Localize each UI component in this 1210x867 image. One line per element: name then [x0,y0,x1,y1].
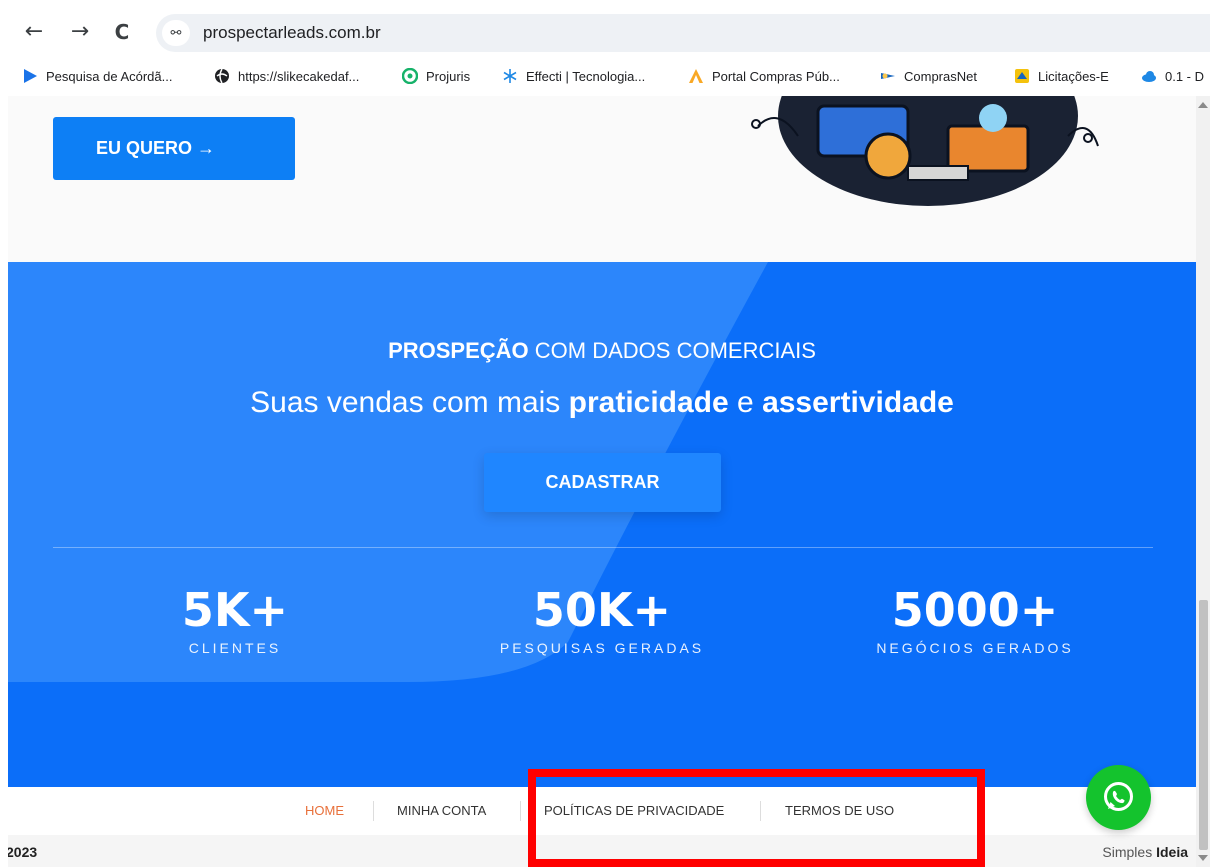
licitacoes-icon [1015,69,1029,83]
stat-clientes: 5K+ CLIENTES [85,584,385,656]
page-scrollbar[interactable] [1196,96,1210,867]
scroll-down-icon[interactable] [1198,855,1208,861]
bookmark-comprasnet[interactable]: ComprasNet [880,66,977,86]
section-divider [53,547,1153,548]
projuris-icon [402,68,418,84]
bookmark-effecti[interactable]: Effecti | Tecnologia... [502,66,645,86]
footer-link-minha-conta[interactable]: MINHA CONTA [397,803,486,818]
cloud-icon [1142,71,1156,82]
browser-toolbar: ← → C ⚯ prospectarleads.com.br [0,0,1210,56]
section-title: PROSPEÇÃO COM DADOS COMERCIAIS [388,338,816,363]
menu-separator [520,801,521,821]
whatsapp-icon [1104,782,1133,811]
address-url: prospectarleads.com.br [203,23,381,42]
stat-label: NEGÓCIOS GERADOS [876,640,1074,656]
stat-value: 50K+ [532,583,672,637]
bookmark-cloud[interactable]: 0.1 - D [1141,66,1204,86]
forward-button[interactable]: → [66,18,94,46]
hero-section: EU QUERO → [8,96,1196,262]
stat-pesquisas: 50K+ PESQUISAS GERADAS [452,584,752,656]
site-info-icon[interactable]: ⚯ [162,20,190,46]
copyright-year: 2023 [8,844,38,860]
triangle-play-icon [24,69,37,83]
scroll-up-icon[interactable] [1198,102,1208,108]
reload-button[interactable]: C [108,18,136,46]
bookmarks-bar: Pesquisa de Acórdã... https://slikecaked… [0,58,1210,94]
snowflake-icon [503,69,517,83]
bookmark-slikecake[interactable]: https://slikecakedaf... [214,66,359,86]
credit-text: Simples Ideia [1102,844,1188,860]
stat-label: PESQUISAS GERADAS [499,640,705,656]
stat-value: 5000+ [891,583,1059,637]
forward-arrow-icon: → [70,19,90,44]
stat-value: 5K+ [181,583,289,637]
section-subtitle: Suas vendas com mais praticidade e asser… [250,386,954,419]
whatsapp-button[interactable] [1086,765,1151,830]
cadastrar-button[interactable]: CADASTRAR [484,453,721,512]
bookmark-pesquisa-acordao[interactable]: Pesquisa de Acórdã... [22,66,172,86]
comprasnet-icon [881,73,895,79]
stat-label: CLIENTES [188,640,282,656]
stats-section: PROSPEÇÃO COM DADOS COMERCIAIS Suas vend… [8,262,1196,787]
globe-icon [215,68,229,84]
back-button[interactable]: ← [20,18,48,46]
address-bar[interactable]: ⚯ prospectarleads.com.br [156,14,1210,52]
menu-separator [373,801,374,821]
bookmark-licitacoes-e[interactable]: Licitações-E [1014,66,1109,86]
portal-compras-icon [689,69,703,83]
scrollbar-thumb[interactable] [1199,600,1208,850]
footer-link-home[interactable]: HOME [305,803,344,818]
highlight-box [528,769,985,867]
bookmark-portal-compras[interactable]: Portal Compras Púb... [688,66,840,86]
eu-quero-button[interactable]: EU QUERO → [53,117,295,180]
reload-icon: C [114,20,130,44]
bookmark-projuris[interactable]: Projuris [402,66,470,86]
back-arrow-icon: ← [24,19,44,44]
tech-illustration [751,96,1099,206]
page-viewport: EU QUERO → PROSPEÇÃO COM DADOS COMERCIAI… [8,96,1196,867]
stat-negocios: 5000+ NEGÓCIOS GERADOS [825,584,1125,656]
